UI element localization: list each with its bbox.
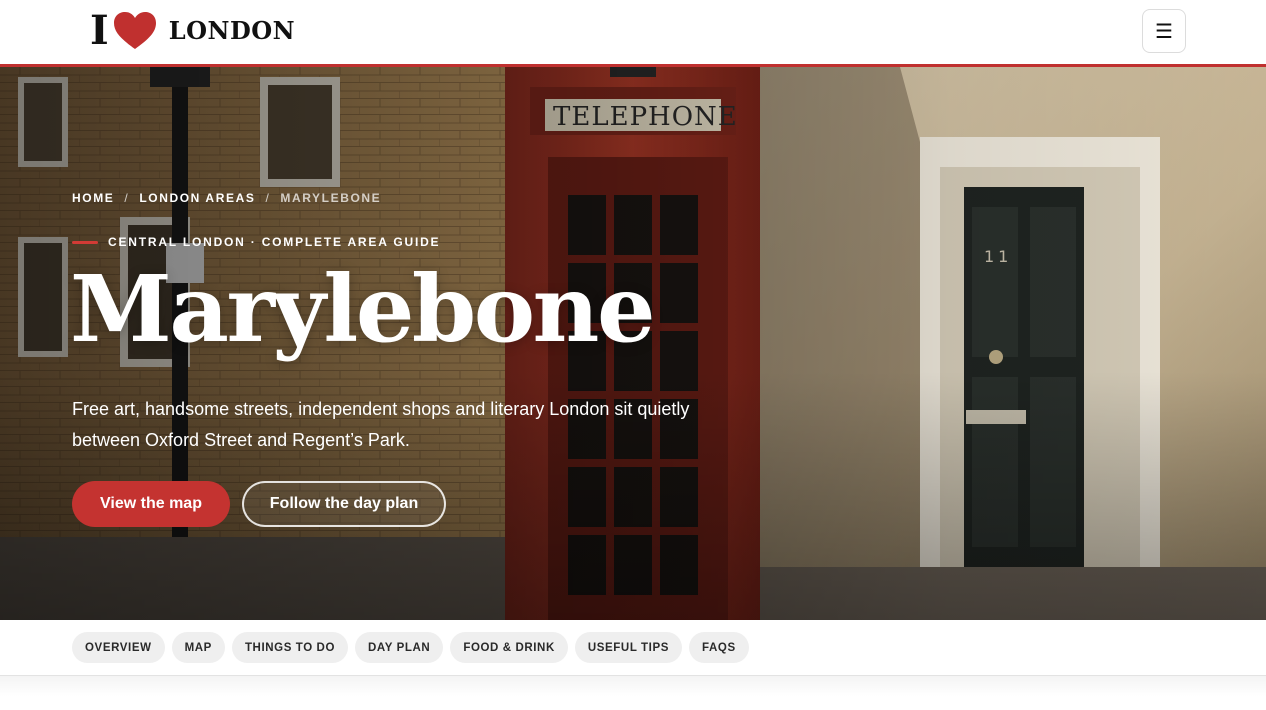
hero-lead: Free art, handsome streets, independent … <box>72 399 690 450</box>
eyebrow-text: CENTRAL LONDON · COMPLETE AREA GUIDE <box>108 235 441 249</box>
menu-button[interactable]: ☰ <box>1142 9 1186 53</box>
section-tabs: OVERVIEW MAP THINGS TO DO DAY PLAN FOOD … <box>0 620 1266 676</box>
tab-things-to-do[interactable]: THINGS TO DO <box>231 632 348 663</box>
content-area <box>0 676 1266 710</box>
tab-food-drink[interactable]: FOOD & DRINK <box>450 632 568 663</box>
heart-icon <box>113 12 156 49</box>
eyebrow: CENTRAL LONDON · COMPLETE AREA GUIDE <box>72 235 440 249</box>
site-logo[interactable]: I LONDON <box>90 10 295 52</box>
hero: 11 TELEPHONE HOME / LONDON AREAS / MARYL… <box>0 67 1266 620</box>
breadcrumb-separator: / <box>124 191 130 205</box>
breadcrumb-current: MARYLEBONE <box>280 191 382 205</box>
day-plan-button[interactable]: Follow the day plan <box>242 481 446 527</box>
site-header: I LONDON ☰ <box>0 0 1266 67</box>
tab-overview[interactable]: OVERVIEW <box>72 632 165 663</box>
eyebrow-accent-line <box>72 240 98 244</box>
breadcrumb-separator: / <box>265 191 271 205</box>
logo-i: I <box>90 7 109 54</box>
breadcrumb: HOME / LONDON AREAS / MARYLEBONE <box>72 191 381 205</box>
page-title: Marylebone <box>70 255 655 363</box>
view-map-button[interactable]: View the map <box>72 481 230 527</box>
hamburger-icon: ☰ <box>1155 20 1173 43</box>
logo-wordmark: LONDON <box>168 16 296 45</box>
tab-useful-tips[interactable]: USEFUL TIPS <box>574 632 683 663</box>
tab-map[interactable]: MAP <box>171 632 225 663</box>
breadcrumb-london-areas[interactable]: LONDON AREAS <box>139 191 255 205</box>
tab-faqs[interactable]: FAQS <box>689 632 749 663</box>
breadcrumb-home[interactable]: HOME <box>72 191 114 205</box>
tab-day-plan[interactable]: DAY PLAN <box>355 632 444 663</box>
